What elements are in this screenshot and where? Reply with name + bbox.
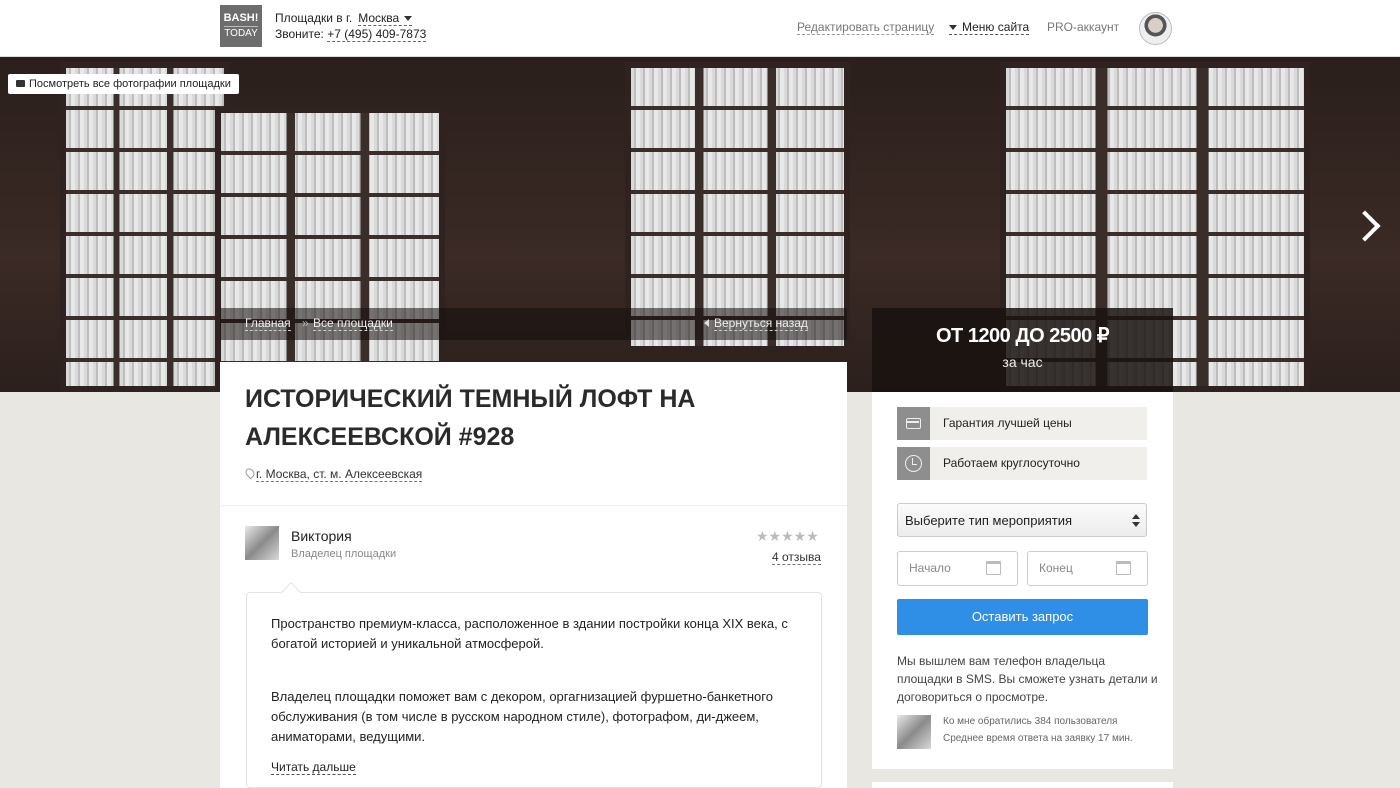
phone-line: Звоните: +7 (495) 409-7873: [275, 27, 427, 42]
venue-address[interactable]: г. Москва, ст. м. Алексеевская: [256, 467, 423, 482]
submit-request-button[interactable]: Оставить запрос: [897, 599, 1148, 635]
rating-stars: ★★★★★: [756, 528, 819, 544]
start-date-placeholder: Начало: [909, 561, 951, 575]
users-count: Ко мне обратились 384 пользователя: [943, 716, 1118, 727]
price-range: ОТ 1200 ДО 2500 ₽: [935, 325, 1110, 347]
end-date-placeholder: Конец: [1039, 561, 1073, 575]
city-prefix: Площадки в г.: [275, 11, 353, 25]
page-title: ИСТОРИЧЕСКИЙ ТЕМНЫЙ ЛОФТ НА АЛЕКСЕЕВСКОЙ…: [245, 385, 696, 451]
phone-prefix: Звоните:: [275, 27, 324, 41]
owner-role: Владелец площадки: [291, 548, 397, 560]
select-arrows-icon: [1132, 514, 1140, 528]
sms-note: Мы вышлем вам телефон владельца площадки…: [897, 654, 1158, 704]
camera-icon: [16, 79, 25, 87]
triangle-down-icon: [949, 25, 957, 31]
feature-label: Гарантия лучшей цены: [943, 416, 1072, 430]
chevron-right-icon[interactable]: [1352, 205, 1380, 245]
feature-24-7: Работаем круглосуточно: [897, 447, 1147, 480]
owner-name: Виктория: [291, 528, 352, 544]
reviews-link[interactable]: 4 отзыва: [772, 550, 821, 565]
calendar-icon[interactable]: [986, 561, 1001, 575]
city-dropdown[interactable]: Москва: [358, 11, 413, 26]
site-logo[interactable]: BASH! TODAY: [220, 5, 262, 47]
end-date-field[interactable]: Конец: [1027, 551, 1148, 586]
owner-avatar-small: [897, 715, 931, 749]
logo-line-1: BASH!: [223, 12, 259, 24]
calendar-icon[interactable]: [1116, 561, 1131, 575]
response-time: Среднее время ответа на заявку 17 мин.: [943, 733, 1133, 744]
phone-link[interactable]: +7 (495) 409-7873: [327, 27, 427, 42]
feature-label: Работаем круглосуточно: [943, 456, 1080, 470]
hero-photo[interactable]: [0, 57, 1400, 392]
breadcrumb-all-venues[interactable]: Все площадки: [313, 316, 393, 331]
event-type-select[interactable]: Выберите тип мероприятия: [897, 503, 1147, 537]
clock-icon: [897, 447, 930, 480]
pro-account-link[interactable]: PRO-аккаунт: [1047, 20, 1119, 34]
venue-title-card: ИСТОРИЧЕСКИЙ ТЕМНЫЙ ЛОФТ НА АЛЕКСЕЕВСКОЙ…: [220, 362, 847, 507]
next-panel-edge: [872, 782, 1173, 788]
credit-card-icon: [897, 407, 930, 440]
price-box: ОТ 1200 ДО 2500 ₽ за час: [872, 308, 1173, 392]
breadcrumb-separator: »: [302, 316, 309, 330]
price-unit: за час: [1002, 354, 1043, 370]
event-type-value: Выберите тип мероприятия: [905, 513, 1073, 528]
start-date-field[interactable]: Начало: [897, 551, 1018, 586]
read-more-link[interactable]: Читать дальше: [271, 760, 356, 775]
feature-best-price: Гарантия лучшей цены: [897, 407, 1147, 440]
photo-window: [215, 107, 445, 392]
photo-window: [60, 62, 230, 392]
site-menu-label: Меню сайта: [962, 20, 1030, 34]
triangle-left-icon: [704, 319, 709, 327]
site-header: [0, 0, 1400, 57]
logo-line-2: TODAY: [224, 26, 258, 39]
city-line: Площадки в г. Москва: [275, 11, 413, 26]
description-paragraph-1: Пространство премиум-класса, расположенн…: [271, 616, 788, 651]
edit-page-link[interactable]: Редактировать страницу: [797, 20, 935, 35]
view-all-photos-label: Посмотреть все фотографии площадки: [29, 78, 231, 90]
owner-avatar: [245, 526, 279, 560]
user-avatar[interactable]: [1139, 12, 1172, 45]
breadcrumb-home[interactable]: Главная: [245, 316, 291, 331]
view-all-photos-button[interactable]: Посмотреть все фотографии площадки: [8, 74, 239, 94]
site-menu-dropdown[interactable]: Меню сайта: [949, 20, 1030, 35]
description-paragraph-2: Владелец площадки поможет вам с декором,…: [271, 689, 773, 744]
back-link[interactable]: Вернуться назад: [714, 316, 808, 331]
